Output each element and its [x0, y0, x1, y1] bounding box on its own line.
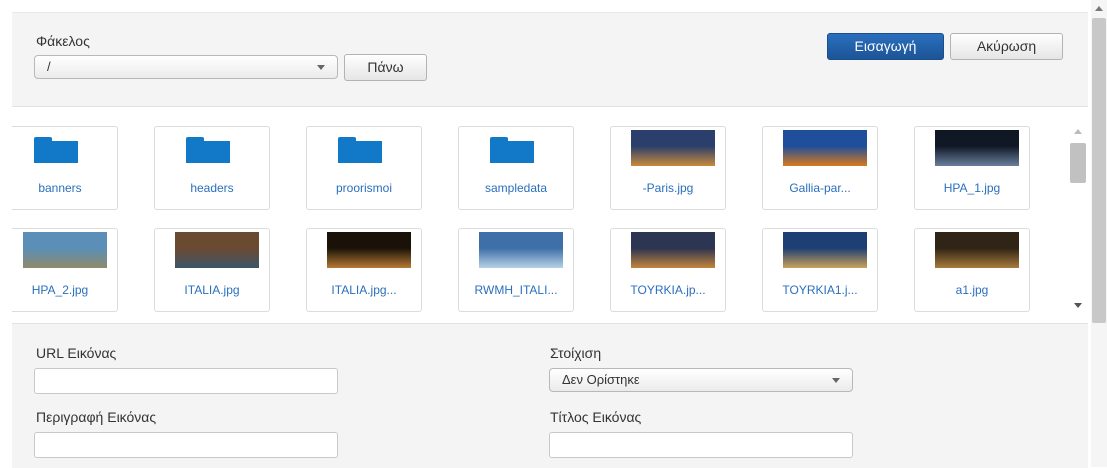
image-thumbnail [935, 232, 1019, 268]
image-thumbnail [935, 130, 1019, 166]
url-label: URL Εικόνας [36, 345, 117, 361]
folder-tile[interactable]: headers [154, 126, 270, 210]
tile-label: ITALIA.jpg [184, 283, 240, 297]
folder-label: Φάκελος [36, 33, 90, 49]
image-tile[interactable]: Gallia-par... [762, 126, 878, 210]
align-label: Στοίχιση [550, 345, 602, 361]
folder-icon [186, 137, 230, 163]
tile-label: Gallia-par... [789, 181, 851, 195]
align-select[interactable]: Δεν Ορίστηκε [549, 368, 853, 392]
image-tile[interactable]: TOYRKIA1.j... [762, 228, 878, 312]
image-thumbnail [175, 232, 259, 268]
image-tile[interactable]: -Paris.jpg [610, 126, 726, 210]
tile-label: sampledata [484, 181, 548, 195]
align-select-value: Δεν Ορίστηκε [562, 372, 640, 387]
cancel-button[interactable]: Ακύρωση [950, 33, 1063, 60]
up-button[interactable]: Πάνω [344, 54, 427, 81]
folder-tile[interactable]: proorismoi [306, 126, 422, 210]
insert-button[interactable]: Εισαγωγή [827, 33, 944, 60]
description-label: Περιγραφή Εικόνας [36, 409, 157, 425]
image-tile[interactable]: HPA_1.jpg [914, 126, 1030, 210]
folder-tile[interactable]: sampledata [458, 126, 574, 210]
page-scrollbar[interactable] [1091, 0, 1107, 467]
tile-label: banners [38, 181, 82, 195]
tile-label: HPA_1.jpg [943, 181, 1001, 195]
image-tile[interactable]: a1.jpg [914, 228, 1030, 312]
url-field[interactable] [34, 368, 338, 394]
tile-label: proorismoi [335, 181, 392, 195]
title-label: Τίτλος Εικόνας [550, 409, 642, 425]
image-thumbnail [783, 232, 867, 268]
grid-scrollbar[interactable] [1070, 125, 1086, 315]
image-tile[interactable]: TOYRKIA.jp... [610, 228, 726, 312]
image-thumbnail [783, 130, 867, 166]
description-field[interactable] [34, 432, 338, 458]
image-thumbnail [23, 232, 107, 268]
tile-label: -Paris.jpg [642, 181, 694, 195]
folder-icon [34, 137, 78, 163]
image-thumbnail [479, 232, 563, 268]
folder-select-value: / [47, 59, 51, 74]
folder-icon [338, 137, 382, 163]
image-tile[interactable]: ITALIA.jpg [154, 228, 270, 312]
scroll-thumb[interactable] [1070, 143, 1086, 183]
tile-label: RWMH_ITALI... [474, 283, 558, 297]
scroll-up-icon[interactable] [1095, 6, 1103, 11]
folder-toolbar: Φάκελος / Πάνω Εισαγωγή Ακύρωση [12, 12, 1088, 107]
chevron-down-icon [832, 378, 840, 383]
image-properties-form: URL Εικόνας Στοίχιση Δεν Ορίστηκε Περιγρ… [12, 323, 1088, 468]
media-grid: banners headers proorismoi sampledata -Paris… [12, 118, 1070, 318]
tile-label: ITALIA.jpg... [331, 283, 397, 297]
title-field[interactable] [549, 432, 853, 458]
tile-label: TOYRKIA.jp... [630, 283, 706, 297]
folder-icon [490, 137, 534, 163]
folder-tile[interactable]: banners [12, 126, 118, 210]
scroll-thumb[interactable] [1092, 18, 1106, 323]
tile-label: a1.jpg [955, 283, 989, 297]
folder-select[interactable]: / [34, 55, 338, 79]
image-tile[interactable]: ITALIA.jpg... [306, 228, 422, 312]
scroll-down-icon[interactable] [1074, 303, 1082, 308]
tile-label: TOYRKIA1.j... [782, 283, 858, 297]
image-thumbnail [631, 130, 715, 166]
image-tile[interactable]: RWMH_ITALI... [458, 228, 574, 312]
image-tile[interactable]: HPA_2.jpg [12, 228, 118, 312]
scroll-up-icon[interactable] [1074, 129, 1082, 134]
chevron-down-icon [317, 65, 325, 70]
tile-label: HPA_2.jpg [31, 283, 89, 297]
image-thumbnail [631, 232, 715, 268]
image-thumbnail [327, 232, 411, 268]
tile-label: headers [190, 181, 234, 195]
